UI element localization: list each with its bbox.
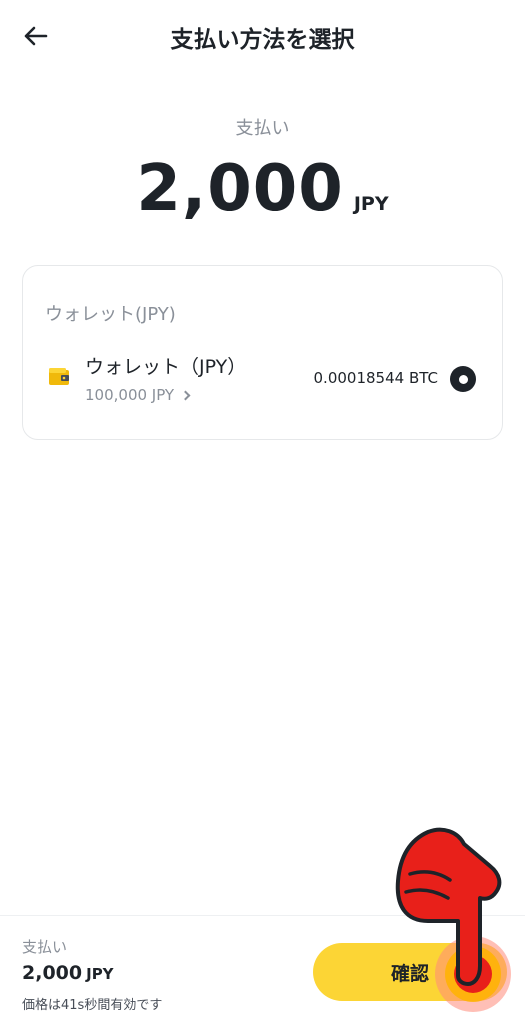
- wallet-section-title: ウォレット(JPY): [45, 304, 176, 325]
- price-validity-note: 価格は41s秒間有効です: [22, 998, 163, 1013]
- payment-method-wallet[interactable]: ウォレット（JPY） 100,000 JPY 0.00018544 BTC: [23, 346, 502, 410]
- bottom-payment-amount: 2,000 JPY: [22, 962, 114, 984]
- payment-label: 支払い: [235, 118, 290, 139]
- amount-currency: JPY: [353, 193, 389, 215]
- bottom-bar: 支払い 2,000 JPY 価格は41s秒間有効です 確認: [0, 915, 525, 1024]
- amount-value: 2,000: [136, 152, 344, 226]
- bottom-amount-value: 2,000: [22, 962, 83, 984]
- wallet-icon: [49, 368, 69, 385]
- bottom-amount-currency: JPY: [86, 965, 114, 983]
- method-balance-link[interactable]: 100,000 JPY: [85, 386, 191, 404]
- top-bar: 支払い方法を選択: [0, 0, 525, 72]
- method-radio-selected[interactable]: [450, 366, 476, 392]
- payment-amount: 2,000 JPY: [0, 152, 525, 226]
- method-name: ウォレット（JPY）: [85, 356, 247, 378]
- confirm-button[interactable]: 確認: [313, 943, 507, 1001]
- bottom-payment-label: 支払い: [22, 938, 68, 956]
- chevron-right-icon: [180, 390, 191, 400]
- crypto-amount: 0.00018544 BTC: [313, 369, 438, 387]
- page-title: 支払い方法を選択: [170, 27, 355, 53]
- payment-method-page: 支払い方法を選択 支払い 2,000 JPY ウォレット(JPY) ウォレット（…: [0, 0, 525, 1024]
- wallet-section-card: ウォレット(JPY) ウォレット（JPY） 100,000 JPY 0.0001…: [22, 265, 503, 440]
- method-balance: 100,000 JPY: [85, 386, 175, 404]
